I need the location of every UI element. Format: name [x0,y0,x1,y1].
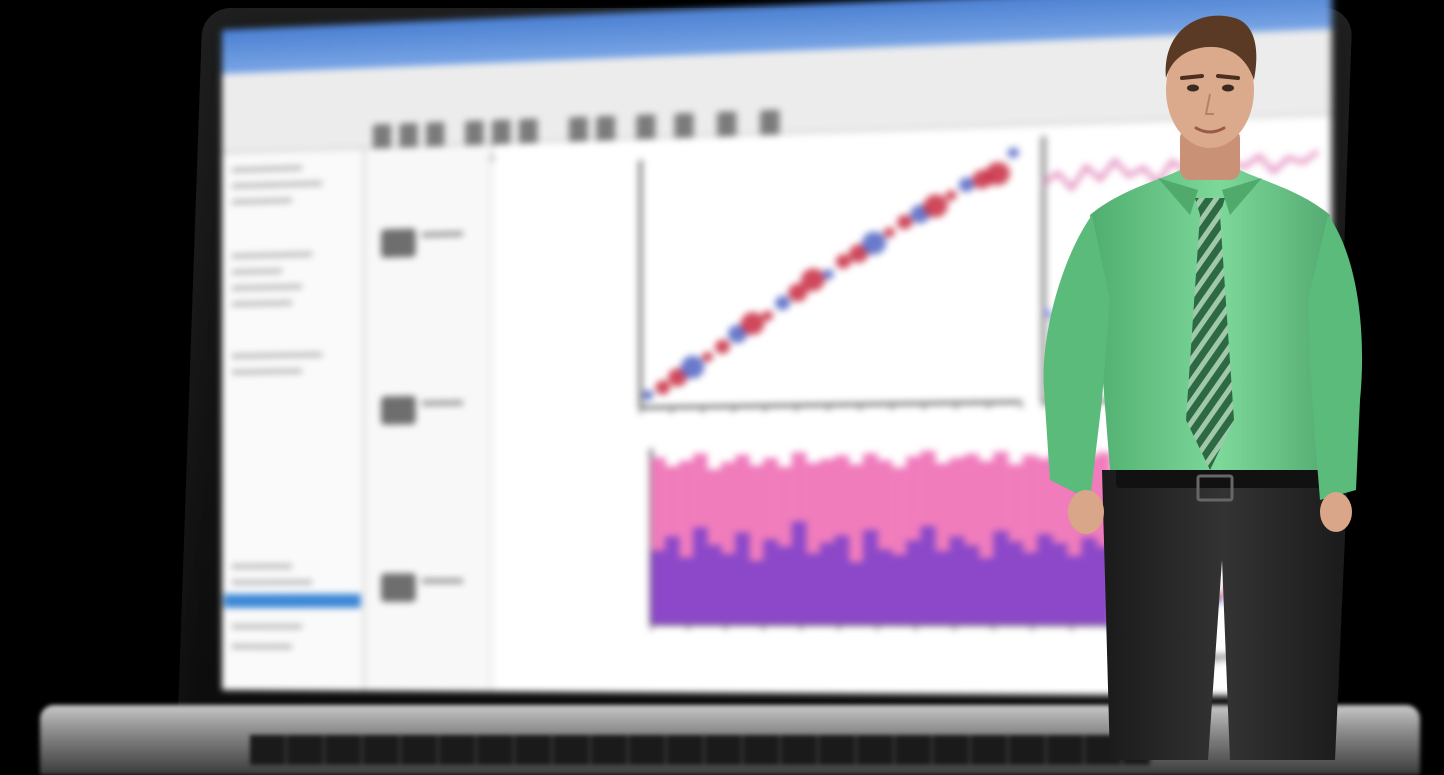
ribbon-tool-icons [717,111,736,139]
sidebar-list-icons [232,268,282,274]
ribbon-tool-icons [492,119,511,146]
bar-segment [834,535,849,624]
scene [0,0,1444,760]
bar-segment [964,545,979,624]
scatter-point [897,214,912,229]
scatter-point [923,194,947,218]
bar-segment [820,543,835,625]
left-hand [1068,490,1104,534]
scatter-point [741,312,765,335]
bar-segment [735,532,750,624]
chart-thumbnail-label [422,578,463,583]
sidebar-list-icons [232,644,292,649]
bar-segment [935,551,950,625]
sidebar-list-icons [232,564,292,569]
left-arm [1043,215,1110,500]
scatter-point [702,352,713,363]
bar-segment [921,526,936,625]
scatter-point [836,254,851,269]
sidebar-list-icons [232,252,312,259]
scatter-point [775,296,790,311]
scatter-point [643,390,654,400]
right-hand [1320,492,1352,532]
bar-segment [849,562,864,624]
ribbon-tool-icons [373,124,391,151]
bar-segment [721,554,736,625]
bar-segment [679,557,694,624]
bar-segment [792,521,807,624]
trousers [1102,470,1348,760]
sidebar-list-icons [232,352,322,359]
scatter-point [1008,147,1019,158]
sidebar-list-icons [232,181,322,189]
sidebar-selected-item [224,594,361,608]
bar-segment [777,546,792,624]
scatter-point [801,268,825,292]
scatter-point [655,380,670,395]
scatter-point [762,311,773,322]
chart-thumbnail-label [422,231,463,237]
app-sidebar [222,149,365,695]
left-eye [1187,85,1199,92]
sidebar-list-icons [232,300,292,306]
bar-segment [763,539,778,624]
chart-thumbnail-label [422,400,463,406]
bar-segment [993,531,1008,625]
sidebar-list-icons [232,624,302,629]
scatter-point [945,190,956,201]
chart-type-column [367,145,491,696]
businessman [1030,0,1390,760]
sidebar-list-icons [232,198,292,205]
ribbon-tool-icons [519,119,538,146]
scatter-point [715,339,730,354]
ribbon-tool-icons [636,114,655,142]
sidebar-list-icons [232,580,312,585]
bar-segment [749,561,764,625]
sidebar-list-icons [232,165,302,172]
scatter-point [862,231,886,255]
sidebar-list-icons [232,369,302,375]
scatter-point [985,162,1010,186]
ribbon-tool-icons [569,117,588,144]
bar-segment [665,536,679,624]
right-eye [1222,85,1234,92]
chart-thumbnail-icons [381,228,416,257]
bar-segment [806,553,821,624]
scatter-point [681,356,704,379]
ribbon-tool-icons [760,110,779,138]
chart-axis [641,402,1022,408]
bar-segment [950,537,965,625]
bar-segment [1008,542,1023,625]
ribbon-tool-icons [465,120,484,147]
ribbon-tool-icons [399,123,417,150]
ribbon-tool-icons [426,122,444,149]
scatter-point [884,227,895,238]
bar-segment [693,527,708,624]
scatter-point [823,269,834,280]
bar-segment [863,530,878,625]
scatter-point [959,177,975,192]
bar-segment [707,545,722,624]
laptop-keyboard [250,735,1150,765]
sidebar-list-icons [232,284,302,291]
bar-segment [877,549,892,624]
bar-segment [906,540,921,624]
ribbon-tool-icons [674,113,693,141]
bar-segment [979,558,994,625]
chart-thumbnail-icons [381,396,416,425]
ribbon-tool-icons [596,116,615,143]
chart-thumbnail-icons [381,573,416,601]
bar-segment [892,555,907,625]
bar-segment [651,551,665,625]
